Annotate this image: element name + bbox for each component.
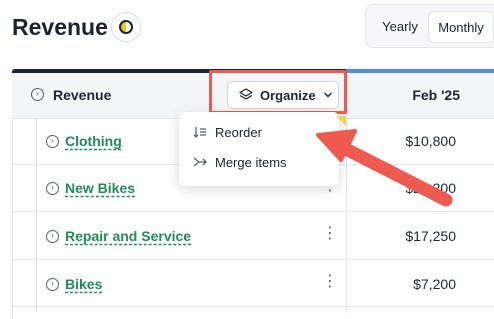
annotation-arrow bbox=[316, 129, 453, 207]
